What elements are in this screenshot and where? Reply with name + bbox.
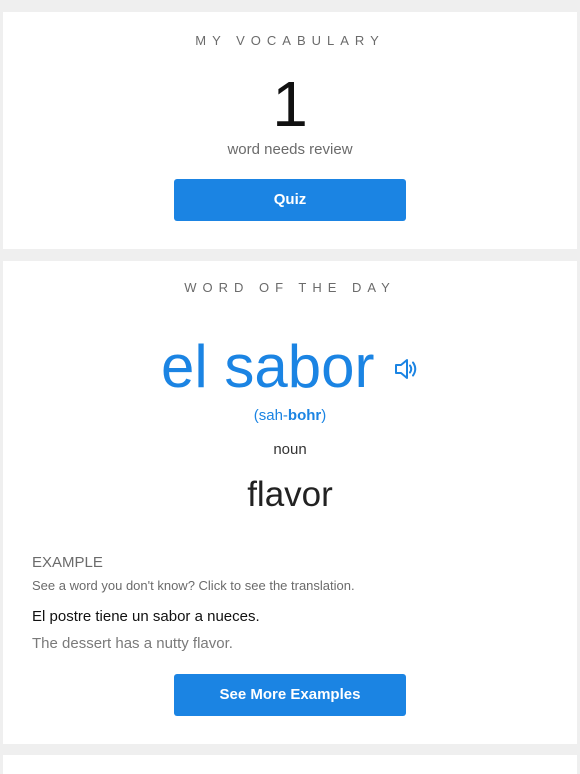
vocabulary-card: MY VOCABULARY 1 word needs review Quiz <box>3 12 577 249</box>
word-row: el sabor <box>3 327 577 407</box>
word-of-the-day-card: WORD OF THE DAY el sabor (sah-bohr) noun… <box>3 261 577 744</box>
pronunciation-prefix: (sah- <box>253 407 288 424</box>
word-of-the-day-title: WORD OF THE DAY <box>184 280 396 295</box>
speaker-icon[interactable] <box>393 356 419 382</box>
vocabulary-title: MY VOCABULARY <box>195 33 385 48</box>
next-card <box>3 755 577 774</box>
page: MY VOCABULARY 1 word needs review Quiz W… <box>0 0 580 774</box>
example-english: The dessert has a nutty flavor. <box>32 635 233 652</box>
translation: flavor <box>247 475 333 514</box>
pronunciation: (sah-bohr) <box>3 407 577 424</box>
review-text: word needs review <box>227 141 353 158</box>
example-hint: See a word you don't know? Click to see … <box>32 578 355 593</box>
word-of-the-day: el sabor <box>161 333 375 400</box>
part-of-speech: noun <box>273 441 307 458</box>
example-label: EXAMPLE <box>32 554 103 571</box>
review-count: 1 <box>272 68 308 140</box>
pronunciation-suffix: ) <box>321 407 327 424</box>
example-spanish[interactable]: El postre tiene un sabor a nueces. <box>32 608 260 625</box>
quiz-button[interactable]: Quiz <box>174 179 406 221</box>
pronunciation-stress: bohr <box>287 407 322 424</box>
see-more-examples-button[interactable]: See More Examples <box>174 674 406 716</box>
